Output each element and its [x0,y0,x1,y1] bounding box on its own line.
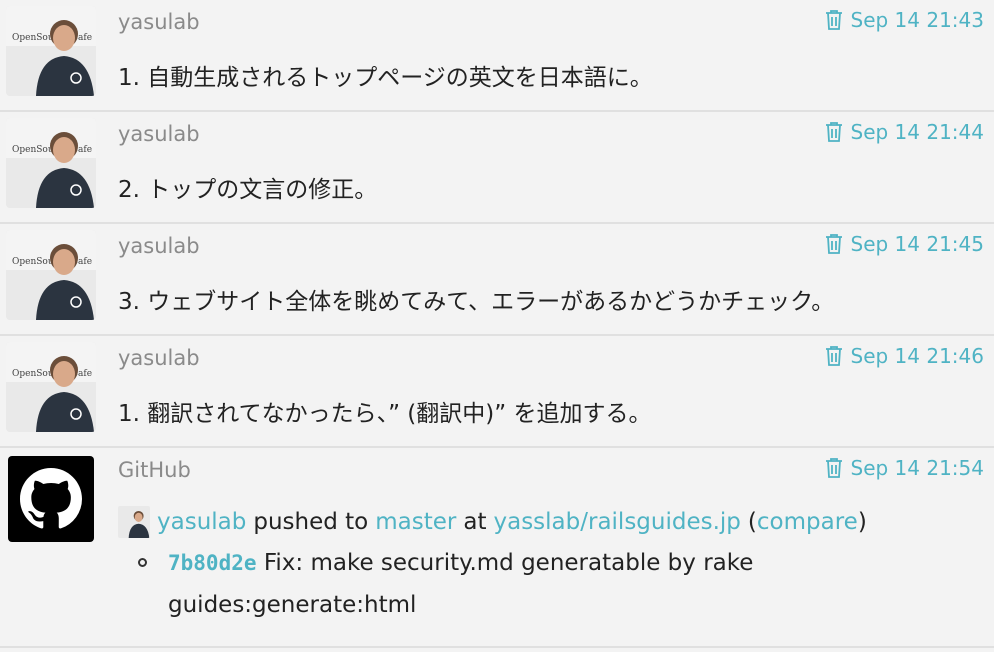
message-meta: Sep 14 21:44 [825,120,985,144]
avatar[interactable]: OpenSource Cafe [6,118,96,208]
author-name: GitHub [118,458,191,482]
avatar[interactable]: OpenSource Cafe [6,6,96,96]
author-name: yasulab [118,346,200,370]
timestamp-link[interactable]: Sep 14 21:46 [851,344,985,368]
trash-icon[interactable] [825,9,843,31]
commit-list-item: 7b80d2e Fix: make security.md generatabl… [138,542,908,626]
trash-icon[interactable] [825,345,843,367]
pusher-avatar[interactable] [118,506,150,538]
at-text: at [463,509,487,535]
message-feed: OpenSource Cafe yasulab Sep 14 21:43 1. … [0,0,994,652]
avatar[interactable]: OpenSource Cafe [6,230,96,320]
trash-icon[interactable] [825,233,843,255]
message-meta: Sep 14 21:54 [825,456,985,480]
message-item-github: GitHub Sep 14 21:54 yasulab pushed to ma… [0,448,994,648]
author-name: yasulab [118,10,200,34]
push-summary: yasulab pushed to master at yasslab/rail… [118,506,867,538]
trash-icon[interactable] [825,457,843,479]
message-text: 2. トップの文言の修正。 [118,177,378,203]
message-text: 3. ウェブサイト全体を眺めてみて、エラーがあるかどうかチェック。 [118,289,835,315]
timestamp-link[interactable]: Sep 14 21:44 [851,120,985,144]
push-verb: pushed to [253,509,369,535]
commit-sha-link[interactable]: 7b80d2e [168,551,257,575]
message-item: OpenSource Cafe yasulab Sep 14 21:46 1. … [0,336,994,448]
github-octocat-icon[interactable] [8,456,94,542]
repo-link[interactable]: yasslab/railsguides.jp [493,509,740,535]
paren-close: ) [857,509,867,535]
message-meta: Sep 14 21:46 [825,344,985,368]
compare-wrapper: ( compare ) [748,509,867,535]
message-text: 1. 翻訳されてなかったら、” (翻訳中)” を追加する。 [118,401,652,427]
timestamp-link[interactable]: Sep 14 21:45 [851,232,985,256]
pusher-link[interactable]: yasulab [157,509,246,535]
paren-open: ( [747,509,757,535]
message-text: 1. 自動生成されるトップページの英文を日本語に。 [118,65,653,91]
author-name: yasulab [118,234,200,258]
bullet-icon [138,558,147,567]
message-item: OpenSource Cafe yasulab Sep 14 21:43 1. … [0,0,994,112]
trash-icon[interactable] [825,121,843,143]
timestamp-link[interactable]: Sep 14 21:43 [851,8,985,32]
message-item: OpenSource Cafe yasulab Sep 14 21:44 2. … [0,112,994,224]
message-meta: Sep 14 21:43 [825,8,985,32]
message-item: OpenSource Cafe yasulab Sep 14 21:45 3. … [0,224,994,336]
avatar[interactable]: OpenSource Cafe [6,342,96,432]
timestamp-link[interactable]: Sep 14 21:54 [851,456,985,480]
branch-link[interactable]: master [375,509,456,535]
message-meta: Sep 14 21:45 [825,232,985,256]
author-name: yasulab [118,122,200,146]
compare-link[interactable]: compare [757,509,858,535]
